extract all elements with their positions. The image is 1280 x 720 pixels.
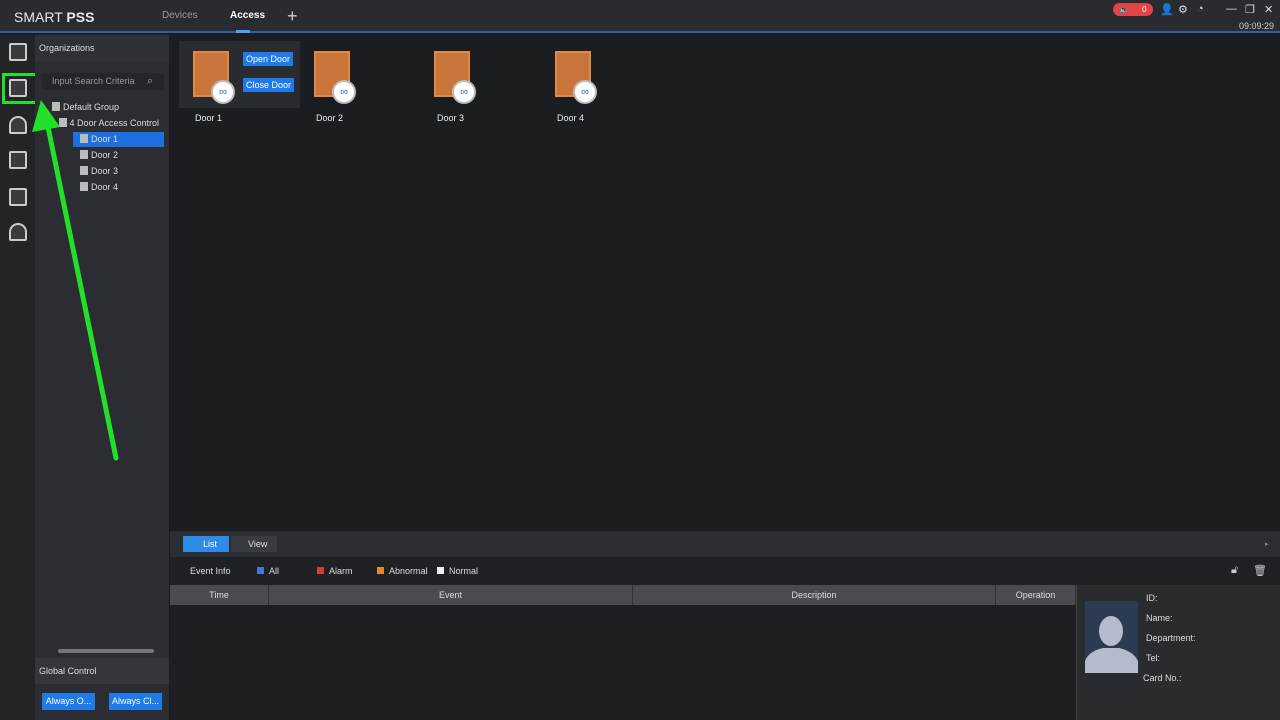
person-silhouette-icon bbox=[1085, 616, 1138, 673]
binoculars-icon: ∞ bbox=[332, 80, 356, 104]
door-icon bbox=[80, 166, 88, 175]
tree-door-3[interactable]: Door 3 bbox=[80, 164, 118, 179]
horizontal-scrollbar[interactable] bbox=[58, 649, 154, 653]
door-icon bbox=[80, 134, 88, 143]
all-checkbox[interactable] bbox=[257, 567, 264, 574]
column-operation[interactable]: Operation bbox=[996, 585, 1076, 605]
clock: 09:09:29 bbox=[1239, 21, 1275, 31]
door-icon bbox=[80, 150, 88, 159]
door-2-label: Door 2 bbox=[316, 113, 344, 123]
device-icon bbox=[58, 118, 67, 127]
search-input[interactable]: Input Search Criteria bbox=[42, 73, 164, 90]
abnormal-checkbox[interactable] bbox=[377, 567, 384, 574]
binoculars-icon: ∞ bbox=[573, 80, 597, 104]
door-3-label: Door 3 bbox=[437, 113, 465, 123]
gear-icon[interactable]: ⚙ bbox=[1178, 3, 1188, 16]
restore-icon[interactable]: ❐ bbox=[1245, 3, 1255, 16]
user-icon[interactable]: 👤 bbox=[1160, 3, 1174, 16]
highlight-box bbox=[2, 73, 39, 104]
close-door-button[interactable]: Close Door bbox=[243, 78, 295, 92]
expand-arrow-icon[interactable]: ▸ bbox=[1265, 540, 1269, 548]
tree-group[interactable]: Default Group bbox=[52, 100, 119, 115]
detail-name: Name: bbox=[1146, 613, 1173, 623]
tree-device[interactable]: ▾ 4 Door Access Control bbox=[49, 116, 159, 131]
detail-id: ID: bbox=[1146, 593, 1158, 603]
normal-checkbox[interactable] bbox=[437, 567, 444, 574]
alarm-button[interactable]: 🔈 0 bbox=[1113, 3, 1153, 16]
always-close-button[interactable]: Always Cl... bbox=[109, 693, 162, 710]
abnormal-label: Abnormal bbox=[389, 566, 428, 576]
event-toolbar bbox=[170, 531, 1280, 557]
open-door-button[interactable]: Open Door bbox=[243, 52, 294, 66]
add-tab-button[interactable]: + bbox=[287, 6, 298, 27]
tab-devices[interactable]: Devices bbox=[162, 10, 198, 21]
document-icon[interactable] bbox=[9, 151, 27, 169]
door-1-label: Door 1 bbox=[195, 113, 223, 123]
detail-department: Department: bbox=[1146, 633, 1196, 643]
person-manage-icon[interactable] bbox=[9, 116, 27, 134]
tab-access[interactable]: Access bbox=[230, 10, 265, 21]
minimize-icon[interactable]: — bbox=[1226, 3, 1237, 15]
org-title: Organizations bbox=[39, 43, 95, 53]
detail-tel: Tel: bbox=[1146, 653, 1161, 663]
detail-card: Card No.: bbox=[1143, 673, 1182, 683]
column-time[interactable]: Time bbox=[170, 585, 269, 605]
icon-strip bbox=[0, 35, 35, 720]
door-icon bbox=[80, 182, 88, 191]
active-tab-indicator bbox=[236, 30, 250, 33]
list-view-button[interactable]: List bbox=[183, 536, 229, 552]
door-person-icon[interactable] bbox=[9, 43, 27, 61]
always-open-button[interactable]: Always O... bbox=[42, 693, 95, 710]
collapse-icon[interactable]: ▾ bbox=[49, 121, 53, 128]
user-settings-icon[interactable] bbox=[9, 223, 27, 241]
door-4-label: Door 4 bbox=[557, 113, 585, 123]
tree-door-2[interactable]: Door 2 bbox=[80, 148, 118, 163]
search-icon[interactable]: ⌕ bbox=[147, 75, 153, 88]
speaker-icon: 🔈 bbox=[1119, 5, 1130, 14]
calendar-icon[interactable] bbox=[9, 188, 27, 206]
grid-view-button[interactable]: View bbox=[231, 536, 277, 552]
binoculars-icon: ∞ bbox=[452, 80, 476, 104]
unlock-icon[interactable]: 🔓︎ bbox=[1231, 564, 1238, 577]
hierarchy-icon bbox=[52, 102, 60, 111]
alarm-checkbox[interactable] bbox=[317, 567, 324, 574]
avatar bbox=[1085, 601, 1138, 673]
event-info-label: Event Info bbox=[190, 566, 231, 576]
binoculars-icon: ∞ bbox=[211, 80, 235, 104]
event-table-body bbox=[170, 605, 1076, 720]
trash-icon[interactable]: 🗑︎ bbox=[1253, 564, 1267, 577]
close-icon[interactable]: ✕ bbox=[1264, 3, 1273, 16]
all-label: All bbox=[269, 566, 280, 576]
tree-door-4[interactable]: Door 4 bbox=[80, 180, 118, 195]
alarm-count: 0 bbox=[1142, 5, 1147, 14]
global-control-title: Global Control bbox=[39, 666, 97, 676]
tree-door-1[interactable]: Door 1 bbox=[80, 132, 118, 147]
normal-label: Normal bbox=[449, 566, 479, 576]
column-description[interactable]: Description bbox=[633, 585, 996, 605]
alarm-label: Alarm bbox=[329, 566, 353, 576]
column-event[interactable]: Event bbox=[269, 585, 633, 605]
app-logo: SMART PSS bbox=[14, 9, 95, 25]
gauge-icon[interactable]: ◔ bbox=[1197, 3, 1204, 15]
